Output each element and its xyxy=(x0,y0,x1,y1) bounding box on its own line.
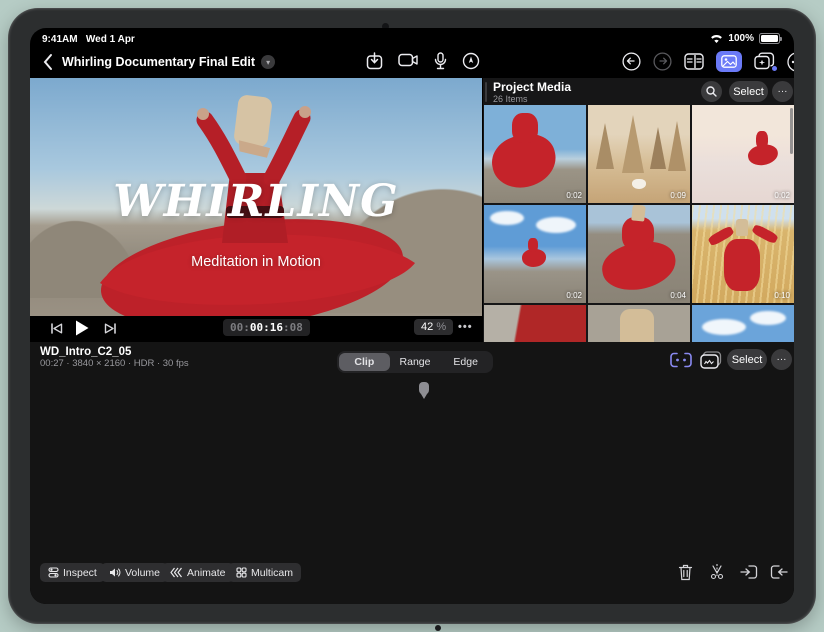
back-button[interactable] xyxy=(42,53,53,71)
media-thumb-hat-closeup[interactable] xyxy=(588,305,690,342)
timeline-clip-name: WD_Intro_C2_05 xyxy=(40,346,132,358)
app-screen: 9:41AM Wed 1 Apr 100% Whirling Documenta… xyxy=(30,28,794,604)
transport-bar: 00:00:16:08 42 % ••• xyxy=(30,316,482,342)
panel-drag-handle[interactable] xyxy=(485,82,487,102)
media-thumb-canyon[interactable]: 0:09 xyxy=(588,105,690,203)
mode-edge[interactable]: Edge xyxy=(440,353,491,371)
skip-forward-icon[interactable] xyxy=(104,322,117,335)
record-video-icon[interactable] xyxy=(398,52,419,68)
redo-icon[interactable] xyxy=(653,52,672,71)
media-thumb-badlands[interactable]: 0:02 xyxy=(484,205,586,303)
animate-label: Animate xyxy=(187,566,226,579)
more-options-icon[interactable] xyxy=(787,52,794,72)
thumb-duration: 0:09 xyxy=(670,191,686,200)
timeline-clip-meta: 00:27 · 3840 × 2160 · HDR · 30 fps xyxy=(40,358,189,369)
thumb-duration: 0:02 xyxy=(774,191,790,200)
timeline-clip-info: WD_Intro_C2_05 00:27 · 3840 × 2160 · HDR… xyxy=(40,346,189,369)
media-thumb-spin-close[interactable]: 0:04 xyxy=(588,205,690,303)
chevron-left-icon xyxy=(43,54,52,70)
connect-clip-icon[interactable] xyxy=(670,352,692,368)
inspect-label: Inspect xyxy=(63,566,97,579)
zoom-value: 42 xyxy=(421,321,434,333)
viewer-more-icon[interactable]: ••• xyxy=(458,321,473,333)
volume-label: Volume xyxy=(125,566,161,579)
timecode-display[interactable]: 00:00:16:08 xyxy=(223,319,310,336)
thumb-duration: 0:02 xyxy=(566,291,582,300)
status-time: 9:41AM xyxy=(42,34,78,45)
wifi-icon xyxy=(711,34,723,43)
mode-clip[interactable]: Clip xyxy=(339,353,390,371)
blade-split-icon[interactable] xyxy=(708,563,726,581)
media-more-button[interactable]: ··· xyxy=(772,81,793,102)
speaker-icon xyxy=(110,568,121,577)
status-date: Wed 1 Apr xyxy=(85,34,135,45)
chevron-down-icon: ▾ xyxy=(261,55,276,69)
viewer-title-overlay: WHIRLING xyxy=(113,176,399,227)
thumb-duration: 0:10 xyxy=(774,291,790,300)
project-media-title: Project Media xyxy=(493,80,572,94)
inspect-icon xyxy=(48,567,59,578)
undo-icon[interactable] xyxy=(622,52,641,71)
toolbar-center-icons xyxy=(366,52,480,70)
media-scrollbar[interactable] xyxy=(790,108,793,154)
volume-button[interactable]: Volume xyxy=(101,563,169,582)
notification-dot xyxy=(772,66,777,71)
zoom-unit: % xyxy=(436,321,447,333)
toolbar-right-icons xyxy=(622,51,794,72)
mode-range[interactable]: Range xyxy=(390,353,441,371)
thumb-duration: 0:04 xyxy=(670,291,686,300)
multicam-button[interactable]: Multicam xyxy=(228,563,302,582)
media-browser-button-active[interactable] xyxy=(716,51,742,72)
viewer-subtitle-overlay: Meditation in Motion xyxy=(191,254,321,270)
project-media-panel: Project Media 26 Items Select ··· 0:02 0… xyxy=(483,78,794,342)
delete-icon[interactable] xyxy=(678,564,693,581)
bezel-dot xyxy=(435,625,441,631)
status-bar-left: 9:41AM Wed 1 Apr xyxy=(42,34,135,45)
media-thumb-dervish-rock[interactable]: 0:02 xyxy=(484,105,586,203)
insert-clip-icon[interactable] xyxy=(740,564,758,580)
timecode-hours: 00: xyxy=(230,321,250,334)
media-grid: 0:02 0:09 0:02 0:02 0:04 0:10 xyxy=(484,105,794,342)
media-select-button[interactable]: Select xyxy=(729,81,768,102)
multicam-icon xyxy=(236,567,247,578)
viewer-zoom-control[interactable]: 42 % xyxy=(414,319,454,335)
timeline-panel: WD_Intro_C2_05 00:27 · 3840 × 2160 · HDR… xyxy=(30,342,794,604)
search-icon xyxy=(706,86,717,97)
search-button[interactable] xyxy=(701,81,722,102)
timeline-more-button[interactable]: ··· xyxy=(771,349,792,370)
inspect-button[interactable]: Inspect xyxy=(40,563,105,582)
edit-mode-segmented-control: Clip Range Edge xyxy=(337,351,493,373)
multicam-label: Multicam xyxy=(251,566,294,579)
photo-icon xyxy=(721,55,737,68)
animate-icon xyxy=(170,567,182,578)
media-thumb-red-closeup[interactable] xyxy=(484,305,586,342)
project-media-count: 26 Items xyxy=(493,94,528,104)
status-bar-right: 100% xyxy=(710,33,782,44)
viewer[interactable]: WHIRLING Meditation in Motion xyxy=(30,78,482,316)
play-button[interactable] xyxy=(74,319,90,337)
skip-back-icon[interactable] xyxy=(50,322,63,335)
media-thumb-sky[interactable] xyxy=(692,305,794,342)
animate-button[interactable]: Animate xyxy=(162,563,234,582)
media-thumb-wheat[interactable]: 0:10 xyxy=(692,205,794,303)
battery-percent: 100% xyxy=(728,33,754,44)
clip-appearance-icon[interactable] xyxy=(700,351,722,369)
timecode-frames: :08 xyxy=(283,321,303,334)
timecode-main: 00:16 xyxy=(249,321,283,334)
import-media-icon[interactable] xyxy=(366,52,383,70)
inspector-panel-icon[interactable] xyxy=(684,53,704,70)
pencil-tool-icon[interactable] xyxy=(462,52,480,70)
project-media-header: Project Media 26 Items xyxy=(493,80,571,104)
thumb-duration: 0:02 xyxy=(566,191,582,200)
overwrite-clip-icon[interactable] xyxy=(770,564,788,580)
media-thumb-saltflat[interactable]: 0:02 xyxy=(692,105,794,203)
playhead-handle[interactable] xyxy=(419,382,429,399)
project-title: Whirling Documentary Final Edit xyxy=(62,55,256,69)
timeline-select-button[interactable]: Select xyxy=(727,349,767,370)
voiceover-mic-icon[interactable] xyxy=(434,52,447,70)
project-title-menu[interactable]: Whirling Documentary Final Edit ▾ xyxy=(62,55,276,69)
battery-icon xyxy=(759,33,782,44)
content-library-button[interactable] xyxy=(754,52,777,71)
